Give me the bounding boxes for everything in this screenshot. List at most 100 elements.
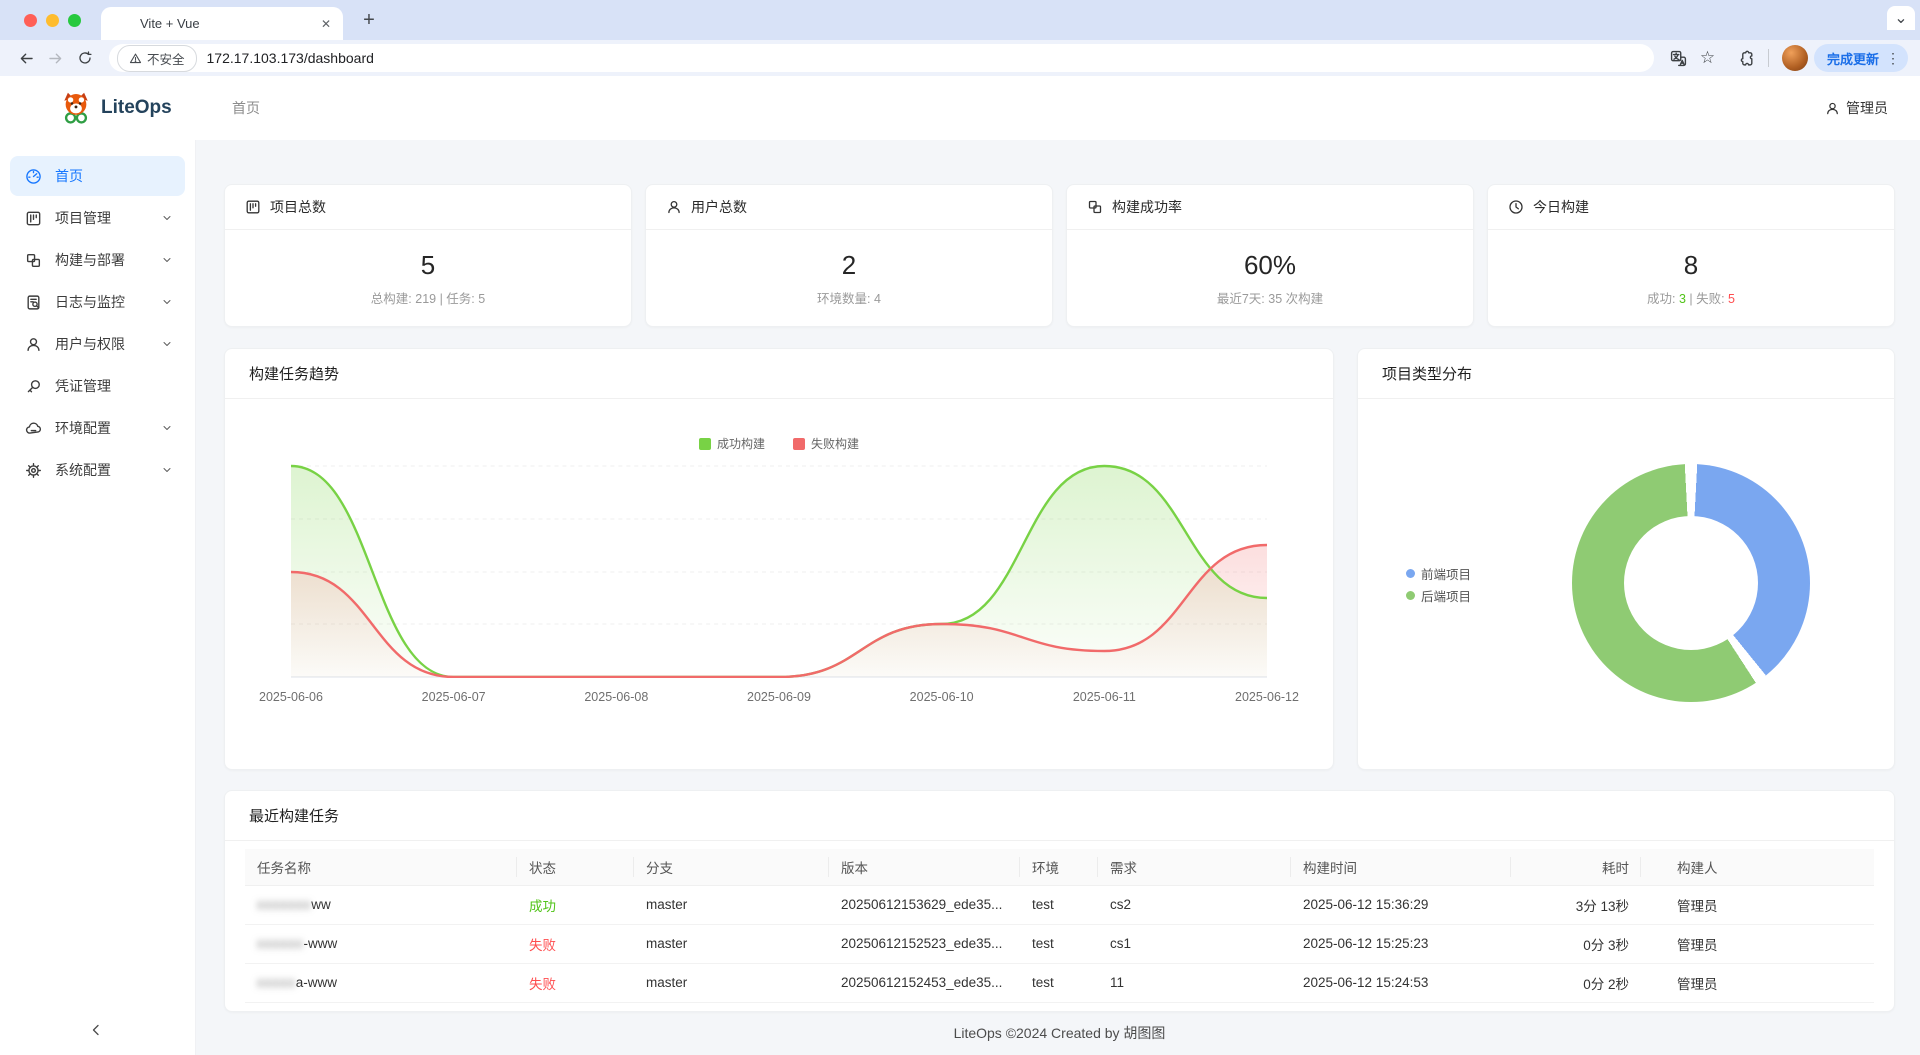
- user-name: 管理员: [1846, 98, 1888, 118]
- user-icon: [25, 336, 42, 353]
- duration: 0分 3秒: [1511, 924, 1641, 963]
- col-build-time: 构建时间: [1291, 849, 1511, 885]
- status-badge: 失败: [517, 963, 634, 1002]
- stat-card-projects: 项目总数 5 总构建: 219 | 任务: 5: [224, 184, 632, 327]
- gear-icon: [25, 462, 42, 479]
- window-controls: [24, 14, 81, 27]
- stat-subtitle: 环境数量: 4: [817, 288, 881, 307]
- sidebar-item-system-config[interactable]: 系统配置: [10, 450, 185, 490]
- branch: master: [634, 924, 829, 963]
- col-duration: 耗时: [1511, 849, 1641, 885]
- stat-value: 60%: [1244, 250, 1296, 281]
- x-axis-labels: 2025-06-06 2025-06-07 2025-06-08 2025-06…: [291, 690, 1267, 706]
- legend-swatch: [699, 438, 711, 450]
- tab-close-icon[interactable]: ✕: [317, 15, 335, 33]
- trend-legend: 成功构建 失败构建: [225, 435, 1333, 452]
- project-icon: [25, 210, 42, 227]
- key-icon: [25, 378, 42, 395]
- sidebar-item-build-deploy[interactable]: 构建与部署: [10, 240, 185, 280]
- legend-item-success[interactable]: 成功构建: [699, 435, 765, 452]
- charts-row: 构建任务趋势 成功构建 失败构建: [224, 348, 1895, 770]
- legend-item-fail[interactable]: 失败构建: [793, 435, 859, 452]
- address-bar[interactable]: 不安全 172.17.103.173/dashboard: [109, 44, 1654, 72]
- chevron-down-icon: [161, 338, 173, 350]
- col-branch: 分支: [634, 849, 829, 885]
- user-icon: [1825, 101, 1840, 116]
- stat-card-today-builds: 今日构建 8 成功: 3 | 失败: 5: [1487, 184, 1895, 327]
- legend-swatch: [793, 438, 805, 450]
- stat-card-users: 用户总数 2 环境数量: 4: [645, 184, 1053, 327]
- sidebar: 首页 项目管理 构建与部署 日志与监控 用户与权限 凭证管理 环境配: [0, 140, 196, 1055]
- sidebar-item-projects[interactable]: 项目管理: [10, 198, 185, 238]
- cloud-icon: [25, 420, 42, 437]
- status-badge: 成功: [517, 885, 634, 924]
- sidebar-item-users-permissions[interactable]: 用户与权限: [10, 324, 185, 364]
- translate-icon[interactable]: [1664, 44, 1693, 73]
- sidebar-item-environment-config[interactable]: 环境配置: [10, 408, 185, 448]
- branch: master: [634, 885, 829, 924]
- requirement: 11: [1098, 963, 1291, 1002]
- col-requirement: 需求: [1098, 849, 1291, 885]
- stat-title: 用户总数: [691, 197, 747, 217]
- legend-item-backend[interactable]: 后端项目: [1406, 587, 1471, 603]
- log-search-icon: [25, 294, 42, 311]
- stat-subtitle: 最近7天: 35 次构建: [1217, 288, 1323, 307]
- chevron-down-icon: [161, 422, 173, 434]
- profile-avatar[interactable]: [1782, 45, 1808, 71]
- builder: 管理员: [1641, 963, 1874, 1002]
- project-icon: [245, 199, 261, 215]
- url-text: 172.17.103.173/dashboard: [207, 50, 374, 66]
- requirement: cs2: [1098, 885, 1291, 924]
- tab-search-chevron[interactable]: ⌄: [1887, 6, 1915, 30]
- table-row[interactable]: xxxxxxxww 成功 master 20250612153629_ede35…: [245, 885, 1874, 924]
- warning-icon: [129, 52, 142, 65]
- legend-item-frontend[interactable]: 前端项目: [1406, 565, 1471, 581]
- reload-button[interactable]: [70, 44, 99, 73]
- site-security-chip[interactable]: 不安全: [117, 45, 197, 72]
- branch: master: [634, 963, 829, 1002]
- window-close-button[interactable]: [24, 14, 37, 27]
- window-minimize-button[interactable]: [46, 14, 59, 27]
- build-trend-card: 构建任务趋势 成功构建 失败构建: [224, 348, 1334, 770]
- card-title: 项目类型分布: [1358, 349, 1894, 399]
- card-title: 最近构建任务: [225, 791, 1894, 841]
- browser-menu-icon[interactable]: ⋮: [1886, 50, 1900, 67]
- sidebar-item-logs-monitoring[interactable]: 日志与监控: [10, 282, 185, 322]
- environment: test: [1020, 963, 1098, 1002]
- stat-card-success-rate: 构建成功率 60% 最近7天: 35 次构建: [1066, 184, 1474, 327]
- security-label: 不安全: [147, 49, 185, 68]
- extensions-puzzle-icon[interactable]: [1732, 44, 1761, 73]
- col-builder: 构建人: [1641, 849, 1874, 885]
- table-row[interactable]: xxxxxa-www 失败 master 20250612152453_ede3…: [245, 963, 1874, 1002]
- version: 20250612153629_ede35...: [829, 885, 1020, 924]
- sidebar-collapse-button[interactable]: [88, 1022, 108, 1042]
- user-menu[interactable]: 管理员: [1825, 98, 1888, 118]
- new-tab-button[interactable]: +: [355, 6, 383, 34]
- environment: test: [1020, 885, 1098, 924]
- stat-subtitle: 总构建: 219 | 任务: 5: [371, 288, 485, 307]
- pie-legend: 前端项目 后端项目: [1406, 565, 1471, 603]
- stat-value: 2: [842, 250, 856, 281]
- back-button[interactable]: [12, 44, 41, 73]
- chrome-update-button[interactable]: 完成更新 ⋮: [1814, 44, 1908, 72]
- browser-tab[interactable]: Vite + Vue ✕: [101, 7, 343, 40]
- stat-value: 8: [1684, 250, 1698, 281]
- forward-button[interactable]: [41, 44, 70, 73]
- bookmark-star-icon[interactable]: ☆: [1693, 44, 1722, 73]
- legend-dot: [1406, 569, 1415, 578]
- project-type-card: 项目类型分布 前端项目 后端项目: [1357, 348, 1895, 770]
- sidebar-item-credentials[interactable]: 凭证管理: [10, 366, 185, 406]
- liteops-panda-icon: [58, 90, 94, 126]
- window-zoom-button[interactable]: [68, 14, 81, 27]
- table-row[interactable]: xxxxxx-www 失败 master 20250612152523_ede3…: [245, 924, 1874, 963]
- col-version: 版本: [829, 849, 1020, 885]
- chevron-down-icon: [161, 254, 173, 266]
- build-time: 2025-06-12 15:25:23: [1291, 924, 1511, 963]
- col-status: 状态: [517, 849, 634, 885]
- col-task-name: 任务名称: [245, 849, 517, 885]
- screen: Vite + Vue ✕ + ⌄ 不安全 172.17.103.173/dash…: [0, 0, 1920, 1055]
- donut-chart: [1572, 464, 1810, 702]
- tab-title: Vite + Vue: [140, 16, 309, 31]
- sidebar-item-home[interactable]: 首页: [10, 156, 185, 196]
- environment: test: [1020, 924, 1098, 963]
